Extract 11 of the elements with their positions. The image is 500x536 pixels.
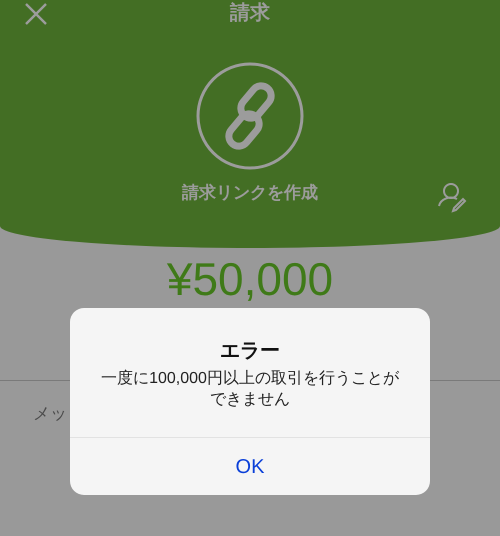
dialog-title: エラー — [219, 339, 281, 364]
link-button[interactable] — [196, 62, 304, 170]
link-icon — [196, 62, 304, 170]
amount-text: ¥50,000 — [166, 254, 334, 304]
close-button[interactable] — [24, 2, 48, 26]
dialog-message: 一度に100,000円以上の取引を行うことができません — [100, 368, 400, 410]
page-title: 請求 — [230, 1, 270, 26]
close-icon — [24, 2, 48, 26]
ok-button[interactable]: OK — [70, 437, 430, 495]
message-field[interactable]: メッ — [33, 401, 67, 426]
link-label: 請求リンクを作成 — [182, 182, 318, 204]
